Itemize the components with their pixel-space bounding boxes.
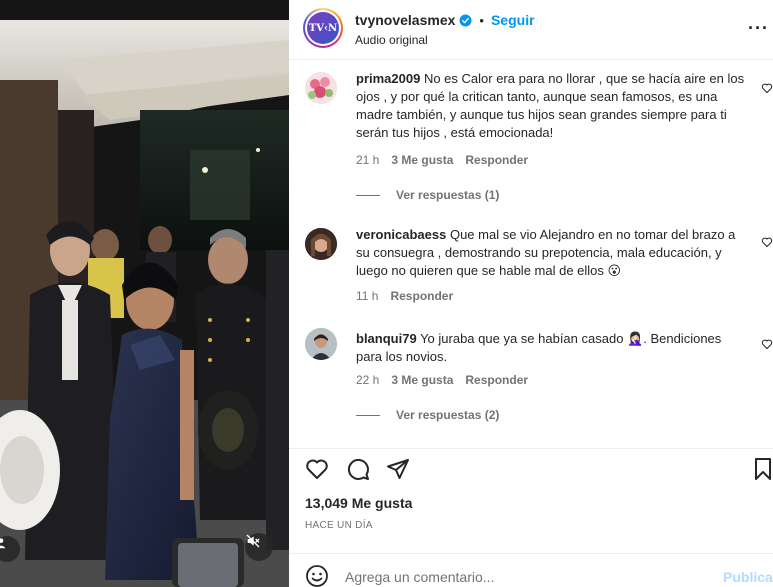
add-comment-bar: Publicar xyxy=(289,553,773,587)
post-header: TV‹N tvynovelasmex • Seguir Audio origin… xyxy=(289,0,773,60)
comment-meta: 11 h Responder xyxy=(356,289,453,303)
follow-button[interactable]: Seguir xyxy=(491,12,535,28)
avatar-ring: TV‹N xyxy=(305,10,341,46)
view-replies-button[interactable]: Ver respuestas (1) xyxy=(356,188,499,202)
view-replies-label: Ver respuestas (1) xyxy=(396,188,500,202)
post-timestamp[interactable]: HACE UN DÍA xyxy=(305,520,373,531)
comment-time[interactable]: 21 h xyxy=(356,153,379,167)
share-icon[interactable] xyxy=(386,457,410,481)
comment-username[interactable]: prima2009 xyxy=(356,71,420,86)
post-actions-bar xyxy=(289,448,773,488)
reply-button[interactable]: Responder xyxy=(390,289,453,303)
comment-meta: 22 h 3 Me gusta Responder xyxy=(356,373,528,387)
publish-button[interactable]: Publicar xyxy=(723,569,773,585)
post-video[interactable] xyxy=(0,0,289,587)
comment-meta: 21 h 3 Me gusta Responder xyxy=(356,153,528,167)
avatar-image xyxy=(305,328,337,360)
avatar-image xyxy=(305,228,337,260)
view-replies-button[interactable]: Ver respuestas (2) xyxy=(356,408,499,422)
comment-like-heart-icon[interactable] xyxy=(761,82,773,94)
comment-time[interactable]: 22 h xyxy=(356,373,379,387)
verified-badge-icon xyxy=(459,14,472,26)
comment-text-block: prima2009 No es Calor era para no llorar… xyxy=(356,70,748,142)
comment-icon[interactable] xyxy=(346,457,370,481)
video-frame xyxy=(0,0,289,587)
view-replies-label: Ver respuestas (2) xyxy=(396,408,500,422)
comment-text-block: veronicabaess Que mal se vio Alejandro e… xyxy=(356,226,748,280)
reply-button[interactable]: Responder xyxy=(465,373,528,387)
account-logo: TV‹N xyxy=(307,12,339,44)
comment-likes[interactable]: 3 Me gusta xyxy=(391,153,453,167)
comment-like-heart-icon[interactable] xyxy=(761,236,773,248)
bookmark-icon[interactable] xyxy=(751,457,773,481)
separator-dot: • xyxy=(479,12,484,28)
post-panel: TV‹N tvynovelasmex • Seguir Audio origin… xyxy=(289,0,773,587)
comment-username[interactable]: blanqui79 xyxy=(356,331,417,346)
commenter-avatar[interactable] xyxy=(305,72,337,104)
comments-list[interactable]: prima2009 No es Calor era para no llorar… xyxy=(289,60,773,448)
reply-button[interactable]: Responder xyxy=(465,153,528,167)
username-line: tvynovelasmex • Seguir xyxy=(355,12,535,28)
comment-likes[interactable]: 3 Me gusta xyxy=(391,373,453,387)
comment-text-block: blanqui79 Yo juraba que ya se habían cas… xyxy=(356,330,748,366)
account-avatar[interactable]: TV‹N xyxy=(303,8,343,48)
replies-divider-line xyxy=(356,194,380,196)
likes-count[interactable]: 13,049 Me gusta xyxy=(305,495,412,511)
more-options-button[interactable]: ··· xyxy=(748,18,769,39)
commenter-avatar[interactable] xyxy=(305,328,337,360)
audio-label[interactable]: Audio original xyxy=(355,33,428,47)
comment-like-heart-icon[interactable] xyxy=(761,338,773,350)
comment-time[interactable]: 11 h xyxy=(356,289,378,303)
avatar-image xyxy=(305,72,337,104)
user-tag-icon xyxy=(0,538,6,549)
mute-button[interactable] xyxy=(245,533,273,561)
comment-username[interactable]: veronicabaess xyxy=(356,227,446,242)
mute-icon xyxy=(246,534,260,548)
replies-divider-line xyxy=(356,414,380,416)
commenter-avatar[interactable] xyxy=(305,228,337,260)
account-username[interactable]: tvynovelasmex xyxy=(355,12,455,28)
emoji-icon[interactable] xyxy=(305,564,329,587)
comment-input[interactable] xyxy=(345,567,705,587)
heart-icon[interactable] xyxy=(305,457,329,481)
